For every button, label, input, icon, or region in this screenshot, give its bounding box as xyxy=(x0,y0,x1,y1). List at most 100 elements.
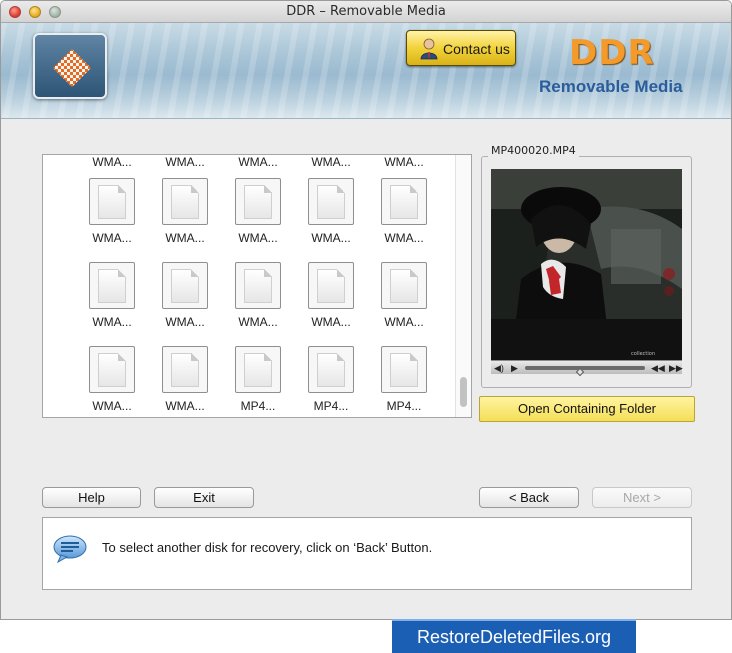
file-item[interactable]: WMA... xyxy=(153,155,213,172)
video-preview[interactable]: collection xyxy=(491,169,682,360)
file-item[interactable]: WMA... xyxy=(153,262,213,332)
document-page-icon xyxy=(244,185,272,219)
file-icon xyxy=(381,346,427,393)
file-name: WMA... xyxy=(311,315,351,329)
document-page-icon xyxy=(98,185,126,219)
file-name: WMA... xyxy=(238,155,278,169)
document-page-icon xyxy=(98,269,126,303)
file-name: WMA... xyxy=(92,315,132,329)
svg-text:collection: collection xyxy=(631,351,655,357)
file-icon xyxy=(89,346,135,393)
document-page-icon xyxy=(171,269,199,303)
document-page-icon xyxy=(244,353,272,387)
header-banner: Contact us DDR Removable Media xyxy=(1,23,731,119)
file-list-panel[interactable]: WMA... WMA... WMA... WMA... WMA... WMA... WMA.… xyxy=(42,154,472,418)
file-item[interactable]: MP4... xyxy=(226,346,286,416)
document-page-icon xyxy=(171,353,199,387)
preview-title: MP400020.MP4 xyxy=(488,144,579,157)
volume-icon[interactable]: ◀) xyxy=(494,361,504,375)
title-bar[interactable]: DDR – Removable Media xyxy=(1,1,731,23)
file-name: WMA... xyxy=(384,231,424,245)
app-root: DDR – Removable Media Contact us DDR Rem… xyxy=(0,0,732,653)
file-icon xyxy=(89,178,135,225)
file-icon xyxy=(308,178,354,225)
rewind-icon[interactable]: ◀◀ xyxy=(651,361,665,375)
file-item[interactable]: WMA... xyxy=(372,178,432,248)
file-item[interactable]: WMA... xyxy=(372,155,432,172)
file-icon xyxy=(235,262,281,309)
file-item[interactable]: WMA... xyxy=(153,178,213,248)
contact-us-label: Contact us xyxy=(443,41,510,57)
file-icon xyxy=(162,346,208,393)
file-list-scrollbar[interactable] xyxy=(455,155,471,417)
file-name: WMA... xyxy=(165,231,205,245)
document-page-icon xyxy=(317,269,345,303)
brand-title: DDR xyxy=(569,33,655,73)
file-item[interactable]: WMA... xyxy=(153,346,213,416)
file-name: MP4... xyxy=(313,399,349,413)
file-icon xyxy=(381,262,427,309)
file-name: WMA... xyxy=(165,315,205,329)
contact-us-button[interactable]: Contact us xyxy=(406,30,516,66)
file-icon xyxy=(308,262,354,309)
file-name: WMA... xyxy=(238,231,278,245)
file-icon xyxy=(162,178,208,225)
main-window: DDR – Removable Media Contact us DDR Rem… xyxy=(0,0,732,620)
file-item[interactable]: WMA... xyxy=(299,178,359,248)
file-item[interactable]: WMA... xyxy=(226,262,286,332)
file-name: MP4... xyxy=(386,399,422,413)
file-name: WMA... xyxy=(238,315,278,329)
window-title: DDR – Removable Media xyxy=(286,4,446,19)
file-item[interactable]: WMA... xyxy=(299,155,359,172)
file-name: WMA... xyxy=(165,155,205,169)
open-containing-folder-button[interactable]: Open Containing Folder xyxy=(479,396,695,422)
fast-forward-icon[interactable]: ▶▶ xyxy=(669,361,683,375)
back-button[interactable]: < Back xyxy=(479,487,579,508)
document-page-icon xyxy=(244,269,272,303)
seek-bar[interactable] xyxy=(525,366,645,377)
file-name: WMA... xyxy=(92,399,132,413)
info-message: To select another disk for recovery, cli… xyxy=(102,540,433,555)
speech-bubble-icon xyxy=(53,535,87,563)
file-item[interactable]: WMA... xyxy=(80,178,140,248)
document-page-icon xyxy=(390,269,418,303)
watermark-banner: RestoreDeletedFiles.org xyxy=(392,619,636,653)
file-item[interactable]: WMA... xyxy=(80,262,140,332)
document-page-icon xyxy=(171,185,199,219)
scroll-thumb[interactable] xyxy=(460,377,467,407)
file-icon xyxy=(162,262,208,309)
info-message-box: To select another disk for recovery, cli… xyxy=(42,517,692,590)
file-name: WMA... xyxy=(92,231,132,245)
file-name: WMA... xyxy=(311,155,351,169)
brand-subtitle: Removable Media xyxy=(539,77,683,96)
file-item[interactable]: WMA... xyxy=(372,262,432,332)
next-button[interactable]: Next > xyxy=(592,487,692,508)
file-item[interactable]: WMA... xyxy=(226,178,286,248)
file-name: WMA... xyxy=(165,399,205,413)
person-icon xyxy=(420,38,438,60)
app-logo xyxy=(33,33,107,99)
file-name: WMA... xyxy=(384,155,424,169)
exit-button[interactable]: Exit xyxy=(154,487,254,508)
file-name: WMA... xyxy=(311,231,351,245)
file-name: WMA... xyxy=(92,155,132,169)
file-item[interactable]: MP4... xyxy=(372,346,432,416)
file-item[interactable]: WMA... xyxy=(80,346,140,416)
checker-logo-icon xyxy=(53,49,91,87)
file-name: WMA... xyxy=(384,315,424,329)
document-page-icon xyxy=(317,185,345,219)
file-icon xyxy=(235,346,281,393)
file-item[interactable]: WMA... xyxy=(299,262,359,332)
document-page-icon xyxy=(317,353,345,387)
file-item[interactable]: WMA... xyxy=(226,155,286,172)
file-item[interactable]: WMA... xyxy=(80,155,140,172)
file-item[interactable]: MP4... xyxy=(299,346,359,416)
file-icon xyxy=(381,178,427,225)
document-page-icon xyxy=(98,353,126,387)
file-name: MP4... xyxy=(240,399,276,413)
video-frame-image: collection xyxy=(491,169,682,360)
document-page-icon xyxy=(390,353,418,387)
help-button[interactable]: Help xyxy=(42,487,141,508)
file-icon xyxy=(308,346,354,393)
play-icon[interactable]: ▶ xyxy=(511,361,518,375)
